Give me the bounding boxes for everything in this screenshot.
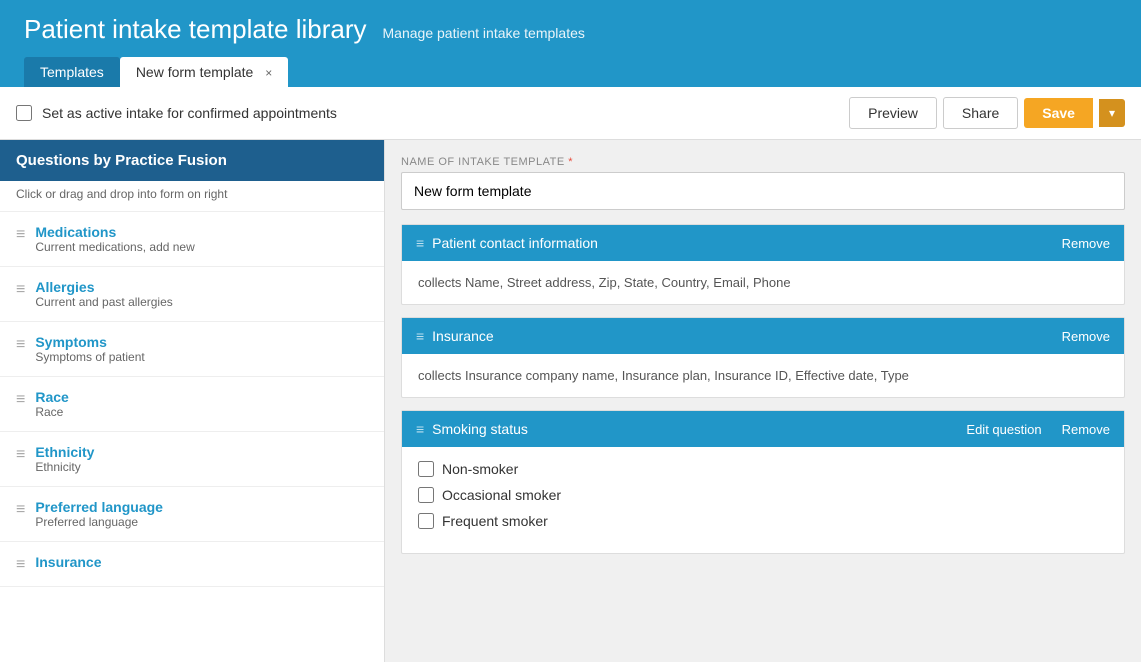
sidebar-item-insurance[interactable]: ≡ Insurance <box>0 542 384 587</box>
sidebar-item-race-title: Race <box>35 389 68 405</box>
sidebar-item-symptoms-title: Symptoms <box>35 334 144 350</box>
sidebar-item-allergies-title: Allergies <box>35 279 172 295</box>
active-intake-checkbox[interactable] <box>16 105 32 121</box>
sidebar-item-ethnicity-title: Ethnicity <box>35 444 94 460</box>
non-smoker-label: Non-smoker <box>442 461 518 477</box>
drag-handle-icon: ≡ <box>16 556 25 574</box>
sidebar-item-medications[interactable]: ≡ Medications Current medications, add n… <box>0 212 384 267</box>
section-insurance-body: collects Insurance company name, Insuran… <box>402 354 1124 397</box>
smoking-option-frequent: Frequent smoker <box>418 513 1108 529</box>
toolbar-left: Set as active intake for confirmed appoi… <box>16 105 337 121</box>
section-patient-contact-header: ≡ Patient contact information Remove <box>402 225 1124 261</box>
section-drag-handle-icon: ≡ <box>416 235 424 251</box>
section-patient-contact-body: collects Name, Street address, Zip, Stat… <box>402 261 1124 304</box>
active-intake-label: Set as active intake for confirmed appoi… <box>42 105 337 121</box>
frequent-smoker-label: Frequent smoker <box>442 513 548 529</box>
tab-new-form[interactable]: New form template × <box>120 57 288 87</box>
section-insurance-header: ≡ Insurance Remove <box>402 318 1124 354</box>
tab-templates[interactable]: Templates <box>24 57 120 87</box>
sidebar-item-allergies-desc: Current and past allergies <box>35 295 172 309</box>
save-button[interactable]: Save <box>1024 98 1093 128</box>
sidebar-instruction: Click or drag and drop into form on righ… <box>0 181 384 212</box>
required-star: * <box>568 156 573 168</box>
toolbar: Set as active intake for confirmed appoi… <box>0 87 1141 140</box>
template-name-label: NAME OF INTAKE TEMPLATE * <box>401 156 1125 168</box>
template-name-input[interactable] <box>401 172 1125 210</box>
content-area: NAME OF INTAKE TEMPLATE * ≡ Patient cont… <box>385 140 1141 662</box>
main-layout: Questions by Practice Fusion Click or dr… <box>0 140 1141 662</box>
section-patient-contact-remove[interactable]: Remove <box>1062 236 1110 251</box>
page-subtitle: Manage patient intake templates <box>383 25 585 41</box>
save-dropdown-button[interactable]: ▾ <box>1099 99 1125 127</box>
section-insurance: ≡ Insurance Remove collects Insurance co… <box>401 317 1125 398</box>
sidebar-item-medications-desc: Current medications, add new <box>35 240 194 254</box>
drag-handle-icon: ≡ <box>16 446 25 464</box>
sidebar-item-medications-title: Medications <box>35 224 194 240</box>
sidebar-item-preferred-language-title: Preferred language <box>35 499 163 515</box>
section-patient-contact-title: Patient contact information <box>432 235 598 251</box>
drag-handle-icon: ≡ <box>16 336 25 354</box>
sidebar-item-ethnicity[interactable]: ≡ Ethnicity Ethnicity <box>0 432 384 487</box>
sidebar-item-race[interactable]: ≡ Race Race <box>0 377 384 432</box>
header: Patient intake template library Manage p… <box>0 0 1141 87</box>
sidebar-item-symptoms[interactable]: ≡ Symptoms Symptoms of patient <box>0 322 384 377</box>
drag-handle-icon: ≡ <box>16 226 25 244</box>
non-smoker-checkbox[interactable] <box>418 461 434 477</box>
page-title: Patient intake template library <box>24 14 367 45</box>
chevron-down-icon: ▾ <box>1109 106 1115 120</box>
smoking-option-non-smoker: Non-smoker <box>418 461 1108 477</box>
smoking-option-occasional: Occasional smoker <box>418 487 1108 503</box>
section-patient-contact: ≡ Patient contact information Remove col… <box>401 224 1125 305</box>
sidebar-item-ethnicity-desc: Ethnicity <box>35 460 94 474</box>
share-button[interactable]: Share <box>943 97 1018 129</box>
section-smoking-body: Non-smoker Occasional smoker Frequent sm… <box>402 447 1124 553</box>
header-title-row: Patient intake template library Manage p… <box>24 14 1117 45</box>
toolbar-right: Preview Share Save ▾ <box>849 97 1125 129</box>
occasional-smoker-checkbox[interactable] <box>418 487 434 503</box>
drag-handle-icon: ≡ <box>16 281 25 299</box>
sidebar: Questions by Practice Fusion Click or dr… <box>0 140 385 662</box>
sidebar-item-race-desc: Race <box>35 405 68 419</box>
section-smoking-remove[interactable]: Remove <box>1062 422 1110 437</box>
drag-handle-icon: ≡ <box>16 391 25 409</box>
sidebar-item-allergies[interactable]: ≡ Allergies Current and past allergies <box>0 267 384 322</box>
section-drag-handle-icon: ≡ <box>416 421 424 437</box>
section-insurance-remove[interactable]: Remove <box>1062 329 1110 344</box>
section-smoking-status: ≡ Smoking status Edit question Remove No… <box>401 410 1125 554</box>
preview-button[interactable]: Preview <box>849 97 937 129</box>
section-drag-handle-icon: ≡ <box>416 328 424 344</box>
sidebar-header: Questions by Practice Fusion <box>0 140 384 181</box>
tab-close-icon[interactable]: × <box>265 66 272 80</box>
section-smoking-status-title: Smoking status <box>432 421 528 437</box>
section-smoking-status-header: ≡ Smoking status Edit question Remove <box>402 411 1124 447</box>
sidebar-item-preferred-language-desc: Preferred language <box>35 515 163 529</box>
section-insurance-title: Insurance <box>432 328 493 344</box>
occasional-smoker-label: Occasional smoker <box>442 487 561 503</box>
sidebar-item-preferred-language[interactable]: ≡ Preferred language Preferred language <box>0 487 384 542</box>
sidebar-item-insurance-title: Insurance <box>35 554 101 570</box>
drag-handle-icon: ≡ <box>16 501 25 519</box>
sidebar-item-symptoms-desc: Symptoms of patient <box>35 350 144 364</box>
section-smoking-edit[interactable]: Edit question <box>966 422 1041 437</box>
tab-bar: Templates New form template × <box>24 57 1117 87</box>
frequent-smoker-checkbox[interactable] <box>418 513 434 529</box>
